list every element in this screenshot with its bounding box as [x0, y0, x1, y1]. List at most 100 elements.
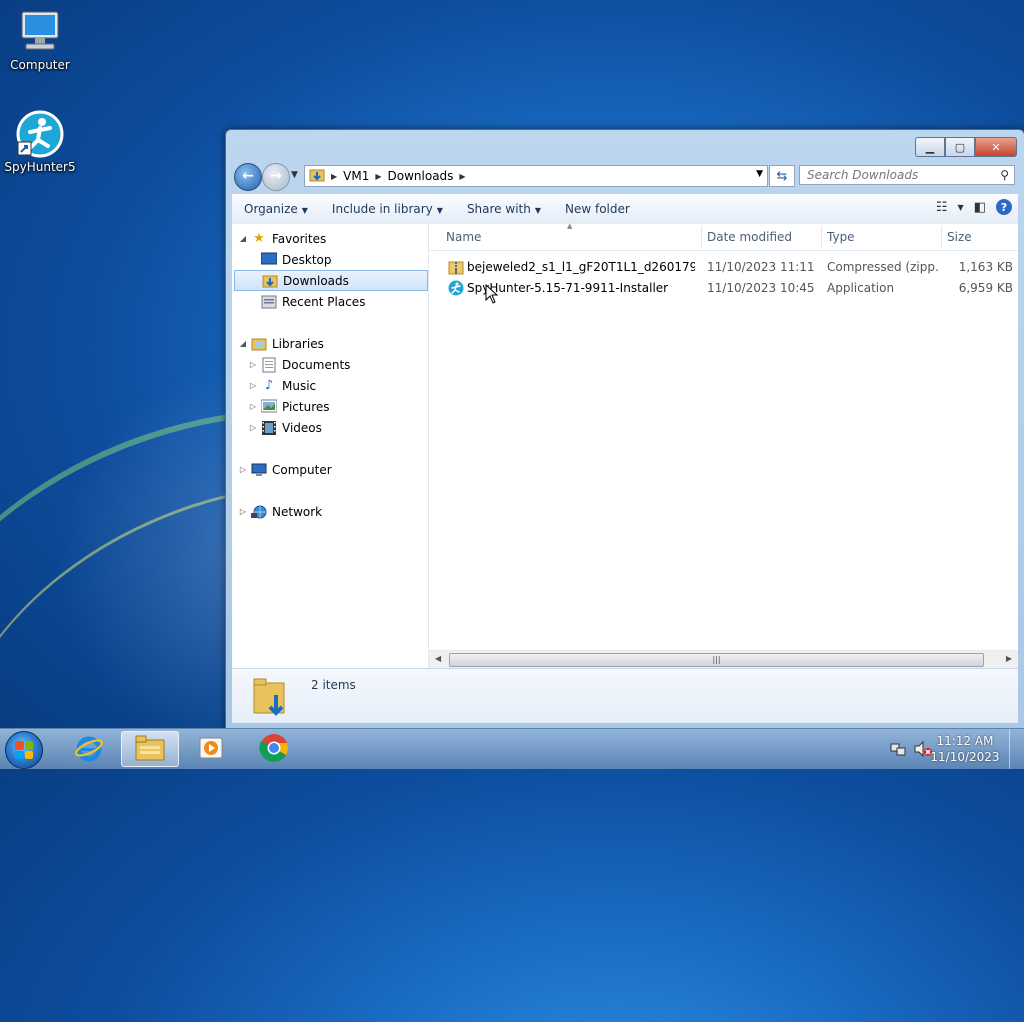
minimize-icon: ▁ — [925, 140, 935, 154]
navigation-pane[interactable]: ◢ ★ Favorites Desktop Downloads Recent P… — [232, 224, 429, 668]
taskbar: 11:12 AM 11/10/2023 — [0, 728, 1024, 769]
file-row-spyhunter-installer[interactable]: SpyHunter-5.15-71-9911-Installer 11/10/2… — [429, 277, 1018, 298]
file-list[interactable]: ▲ Name Date modified Type Size bejeweled… — [429, 222, 1018, 668]
nav-videos[interactable]: ▷ Videos — [248, 417, 444, 438]
documents-icon — [261, 357, 277, 373]
column-divider[interactable] — [821, 226, 822, 248]
maximize-button[interactable]: ▢ — [945, 137, 975, 157]
refresh-button[interactable]: ⇆ — [769, 165, 795, 187]
desktop-icon-computer[interactable]: Computer — [0, 8, 80, 72]
nav-recent-places[interactable]: Recent Places — [248, 291, 444, 312]
address-bar[interactable]: ▶ VM1 ▶ Downloads ▶ ▼ — [304, 165, 768, 187]
view-options-icon[interactable]: ☷ — [936, 200, 948, 215]
new-folder-button[interactable]: New folder — [553, 202, 642, 216]
mouse-cursor-icon — [485, 283, 499, 307]
expand-arrow-icon[interactable]: ▷ — [238, 507, 248, 516]
start-button[interactable] — [5, 731, 43, 769]
scroll-right-icon[interactable]: ▶ — [1006, 654, 1012, 663]
breadcrumb-chevron-icon[interactable]: ▶ — [331, 172, 337, 181]
music-icon: ♪ — [264, 377, 274, 393]
expand-arrow-icon[interactable]: ▷ — [248, 381, 258, 390]
desktop-icon-label: SpyHunter5 — [4, 160, 76, 174]
expand-arrow-icon[interactable]: ▷ — [248, 423, 258, 432]
taskbar-media-player[interactable] — [182, 731, 240, 767]
spyhunter-installer-icon — [448, 280, 464, 296]
organize-button[interactable]: Organize ▼ — [232, 202, 320, 216]
view-dropdown-icon[interactable]: ▼ — [958, 203, 964, 212]
nav-downloads[interactable]: Downloads — [234, 270, 428, 291]
file-type: Application — [827, 280, 895, 295]
file-row-bejeweled[interactable]: bejeweled2_s1_l1_gF20T1L1_d2601790852...… — [429, 256, 1018, 277]
nav-pictures[interactable]: ▷ Pictures — [248, 396, 444, 417]
taskbar-internet-explorer[interactable] — [60, 731, 118, 767]
file-name: SpyHunter-5.15-71-9911-Installer — [467, 280, 669, 295]
nav-computer[interactable]: ▷ Computer — [238, 459, 434, 480]
expand-arrow-icon[interactable]: ▷ — [238, 465, 248, 474]
expand-arrow-icon[interactable]: ▷ — [248, 402, 258, 411]
help-icon[interactable]: ? — [996, 199, 1012, 215]
address-history-dropdown-icon[interactable]: ▼ — [756, 169, 763, 179]
chevron-down-icon: ▼ — [436, 206, 443, 215]
forward-arrow-icon: → — [270, 168, 282, 184]
file-size: 1,163 KB — [958, 259, 1013, 274]
file-date: 11/10/2023 10:45 ... — [707, 280, 819, 295]
include-in-library-button[interactable]: Include in library ▼ — [320, 202, 455, 216]
zip-folder-icon — [448, 259, 464, 275]
breadcrumb-chevron-icon[interactable]: ▶ — [459, 172, 465, 181]
media-player-icon — [197, 734, 225, 765]
column-date-modified[interactable]: Date modified — [707, 230, 792, 244]
expand-arrow-icon[interactable]: ▷ — [248, 360, 258, 369]
nav-music[interactable]: ▷ ♪ Music — [248, 375, 444, 396]
column-divider[interactable] — [941, 226, 942, 248]
windows-logo-icon — [15, 741, 33, 759]
scrollbar-thumb[interactable]: ||| — [449, 653, 984, 667]
window-controls: ▁ ▢ ✕ — [915, 137, 1017, 157]
breadcrumb-downloads[interactable]: Downloads — [388, 169, 454, 183]
close-button[interactable]: ✕ — [975, 137, 1017, 157]
file-name: bejeweled2_s1_l1_gF20T1L1_d2601790852... — [467, 259, 695, 274]
share-with-button[interactable]: Share with ▼ — [455, 202, 553, 216]
spyhunter-icon — [16, 110, 64, 158]
address-bar-row: ← → ▼ ▶ VM1 ▶ Downloads ▶ ▼ ⇆ Search Dow… — [234, 163, 1016, 191]
column-headers: ▲ Name Date modified Type Size — [429, 222, 1018, 251]
horizontal-scrollbar[interactable]: ◀ ||| ▶ — [429, 650, 1018, 668]
column-name[interactable]: Name — [446, 230, 481, 244]
desktop-icon-label: Computer — [10, 58, 70, 72]
nav-favorites[interactable]: ◢ ★ Favorites — [238, 228, 434, 249]
network-icon — [251, 504, 267, 520]
recent-pages-dropdown[interactable]: ▼ — [291, 170, 298, 180]
expand-arrow-icon[interactable]: ◢ — [238, 339, 248, 348]
explorer-window[interactable]: ▁ ▢ ✕ ← → ▼ ▶ VM1 ▶ Downloads ▶ ▼ ⇆ Sear… — [225, 129, 1024, 729]
nav-desktop[interactable]: Desktop — [248, 249, 444, 270]
back-arrow-icon: ← — [242, 168, 254, 184]
chevron-down-icon: ▼ — [534, 206, 541, 215]
clock-date: 11/10/2023 — [930, 750, 1000, 764]
taskbar-clock[interactable]: 11:12 AM 11/10/2023 — [930, 733, 1000, 765]
search-input[interactable]: Search Downloads ⚲ — [799, 165, 1015, 185]
preview-pane-icon[interactable]: ◧ — [974, 200, 986, 215]
expand-arrow-icon[interactable]: ◢ — [238, 234, 248, 243]
videos-icon — [261, 420, 277, 436]
network-tray-icon[interactable] — [890, 741, 906, 760]
desktop-icon-spyhunter[interactable]: SpyHunter5 — [0, 110, 80, 174]
scroll-left-icon[interactable]: ◀ — [435, 654, 441, 663]
show-desktop-button[interactable] — [1009, 729, 1024, 769]
column-size[interactable]: Size — [947, 230, 972, 244]
nav-documents[interactable]: ▷ Documents — [248, 354, 444, 375]
column-divider[interactable] — [701, 226, 702, 248]
minimize-button[interactable]: ▁ — [915, 137, 945, 157]
nav-libraries[interactable]: ◢ Libraries — [238, 333, 434, 354]
file-type: Compressed (zipp... — [827, 259, 939, 274]
forward-button[interactable]: → — [262, 163, 290, 191]
search-icon[interactable]: ⚲ — [1000, 168, 1009, 182]
breadcrumb-vm1[interactable]: VM1 — [343, 169, 369, 183]
taskbar-file-explorer[interactable] — [121, 731, 179, 767]
pictures-icon — [260, 399, 278, 415]
nav-network[interactable]: ▷ Network — [238, 501, 434, 522]
taskbar-chrome[interactable] — [245, 731, 303, 767]
chevron-down-icon: ▼ — [301, 206, 308, 215]
command-bar: Organize ▼ Include in library ▼ Share with… — [232, 193, 1018, 225]
breadcrumb-chevron-icon[interactable]: ▶ — [375, 172, 381, 181]
column-type[interactable]: Type — [827, 230, 855, 244]
back-button[interactable]: ← — [234, 163, 262, 191]
